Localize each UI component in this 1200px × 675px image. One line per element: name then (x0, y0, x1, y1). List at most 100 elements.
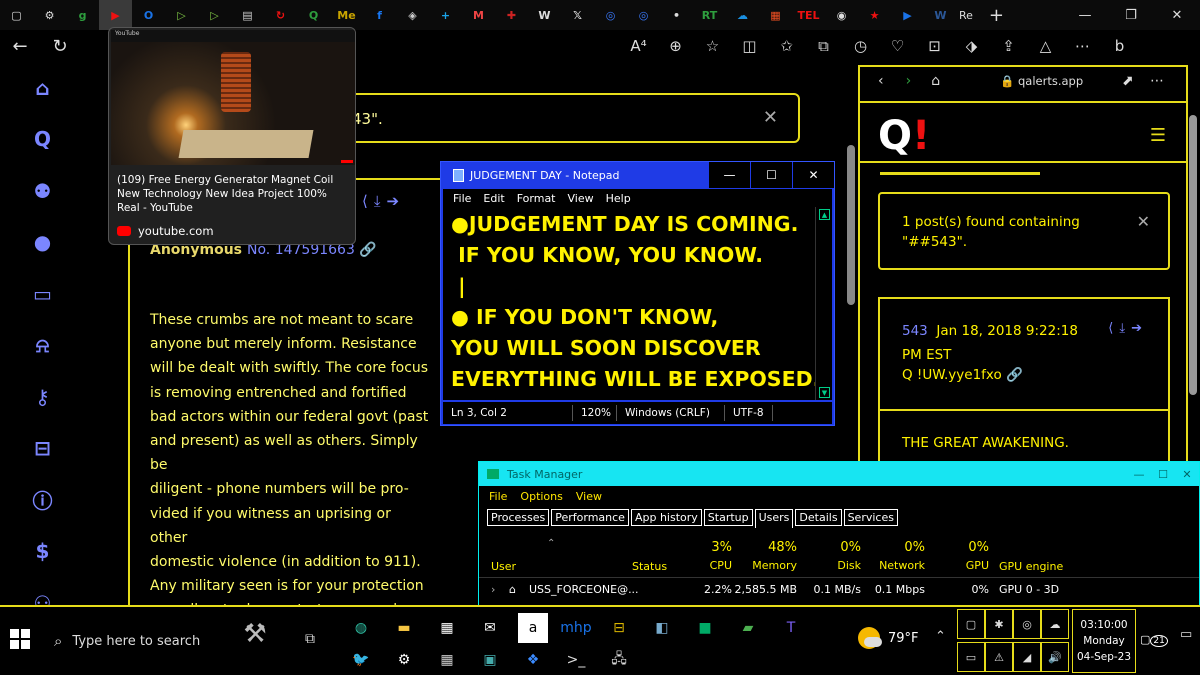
start-button[interactable] (10, 629, 30, 649)
mountain-icon[interactable]: △ (1027, 37, 1064, 55)
tab-app-history[interactable]: App history (630, 509, 702, 526)
menu-help[interactable]: Help (606, 192, 631, 205)
table-row[interactable]: › ⌂ USS_FORCEONE@... 2.2% 2,585.5 MB 0.1… (479, 579, 1199, 599)
scroll-up-icon[interactable]: ▲ (819, 209, 830, 220)
tab-startup[interactable]: Startup (703, 509, 753, 526)
screenshot-icon[interactable]: ⊡ (916, 37, 953, 55)
browser-tab[interactable]: W (528, 0, 561, 30)
browser-tab[interactable]: ◈ (396, 0, 429, 30)
active-tab-label[interactable]: Re (959, 9, 973, 22)
tm-menu-options[interactable]: Options (520, 490, 562, 503)
col-network[interactable]: 0% Network (871, 540, 925, 572)
browser-tab[interactable]: ▶ (99, 0, 132, 30)
teams-icon[interactable]: T (776, 613, 806, 643)
scroll-down-icon[interactable]: ▼ (819, 387, 830, 398)
browser-tab[interactable]: ⚙ (33, 0, 66, 30)
browser-tab[interactable]: RT (693, 0, 726, 30)
open-external-icon[interactable]: ⬈ (1122, 73, 1134, 89)
qalerts-url[interactable]: 🔒 qalerts.app (1000, 74, 1083, 88)
notepad-app-icon[interactable]: ▰ (733, 613, 763, 643)
post-actions[interactable]: ⟨⤓➔ (362, 192, 405, 210)
tray-icon[interactable]: ⊟ (604, 613, 634, 643)
close-icon[interactable]: ✕ (1137, 212, 1150, 231)
android-icon[interactable]: ⚉ (20, 165, 65, 217)
home-icon[interactable]: ⌂ (931, 73, 940, 89)
wifi-icon[interactable]: ◢ (1013, 642, 1041, 672)
calculator-icon[interactable]: ▦ (432, 613, 462, 643)
donate-icon[interactable]: $ (20, 526, 65, 578)
col-memory[interactable]: 48% Memory (737, 540, 797, 572)
browser-tab[interactable]: M (462, 0, 495, 30)
amazon-icon[interactable]: a (518, 613, 548, 643)
tab-services[interactable]: Services (843, 509, 898, 526)
notepad-minimize-button[interactable]: — (709, 162, 750, 188)
browser-tab[interactable]: g (66, 0, 99, 30)
show-hidden-icons-button[interactable]: ⌃ (935, 629, 946, 644)
monitor-icon[interactable]: ▭ (20, 268, 65, 320)
q-icon[interactable]: Q (20, 114, 65, 166)
notepad-maximize-button[interactable]: ☐ (751, 162, 792, 188)
new-tab-button[interactable]: + (989, 5, 1004, 26)
col-status[interactable]: Status (632, 560, 667, 573)
notepad-text-area[interactable]: ●JUDGEMENT DAY IS COMING. IF YOU KNOW, Y… (443, 207, 815, 400)
zoom-icon[interactable]: ⊕ (657, 37, 694, 55)
browser-tab[interactable]: ☁ (726, 0, 759, 30)
col-disk[interactable]: 0% Disk (819, 540, 861, 572)
volume-icon[interactable]: 🔊 (1041, 642, 1069, 672)
photo-icon[interactable]: ▣ (475, 645, 505, 675)
browser-tab[interactable]: Q (297, 0, 330, 30)
browser-tab[interactable]: O (132, 0, 165, 30)
browser-tab[interactable]: ✚ (495, 0, 528, 30)
notepad-scrollbar[interactable]: ▲ ▼ (815, 207, 832, 400)
extensions-icon[interactable]: ⬗ (953, 37, 990, 55)
post-number[interactable]: 543 (902, 323, 928, 339)
calculator2-icon[interactable]: ▦ (432, 645, 462, 675)
browser-tab[interactable]: 𝕏 (561, 0, 594, 30)
close-button[interactable]: ✕ (1154, 0, 1200, 30)
twitter-icon[interactable]: 🐦 (346, 645, 376, 675)
clock[interactable]: 03:10:00 Monday 04-Sep-23 (1072, 609, 1136, 673)
settings-icon[interactable]: ⚙ (389, 645, 419, 675)
browser-tab[interactable]: ↻ (264, 0, 297, 30)
menu-edit[interactable]: Edit (483, 192, 504, 205)
tm-close-button[interactable]: ✕ (1175, 462, 1199, 486)
video-thumbnail[interactable]: YouTube (111, 30, 355, 165)
refresh-button[interactable]: ↻ (40, 36, 80, 57)
mail-icon[interactable]: ✉ (475, 613, 505, 643)
share-icon[interactable]: ⇪ (990, 37, 1027, 55)
col-user[interactable]: User (491, 560, 516, 573)
browser-tab[interactable]: ★ (858, 0, 891, 30)
tray-window-icon[interactable]: ▢ (957, 609, 985, 639)
tab-processes[interactable]: Processes (487, 509, 550, 526)
key-icon[interactable]: ⚷ (20, 371, 65, 423)
tools-icon[interactable]: ⚒ (225, 619, 285, 663)
tm-maximize-button[interactable]: ☐ (1151, 462, 1175, 486)
menu-view[interactable]: View (568, 192, 594, 205)
browser-tab[interactable]: ▦ (759, 0, 792, 30)
more-icon[interactable]: ⋯ (1150, 73, 1164, 89)
menu-format[interactable]: Format (517, 192, 556, 205)
browser-tab[interactable]: ▶ (891, 0, 924, 30)
browser-tab[interactable]: ◎ (594, 0, 627, 30)
minimize-button[interactable]: — (1062, 0, 1108, 30)
browser-tab[interactable]: Me (330, 0, 363, 30)
back-button[interactable]: ← (0, 36, 40, 57)
browser-tab[interactable]: + (429, 0, 462, 30)
expand-icon[interactable]: › (491, 583, 495, 596)
browser-tab[interactable]: ▤ (231, 0, 264, 30)
network-app-icon[interactable]: 🖧 (604, 645, 634, 675)
back-icon[interactable]: ‹ (878, 73, 884, 89)
webcam-icon[interactable]: ◎ (1013, 609, 1041, 639)
read-aloud-icon[interactable]: A⁴ (620, 37, 657, 55)
menu-file[interactable]: File (453, 192, 471, 205)
notepad-close-button[interactable]: ✕ (793, 162, 834, 188)
hamburger-menu-icon[interactable]: ☰ (1150, 125, 1166, 146)
toolbox-icon[interactable]: ⊟ (20, 423, 65, 475)
green-app-icon[interactable]: ■ (690, 613, 720, 643)
browser-tab[interactable]: ▷ (165, 0, 198, 30)
browser-tab[interactable]: • (660, 0, 693, 30)
browser-tab[interactable]: ◎ (627, 0, 660, 30)
info-icon[interactable]: ⓘ (20, 474, 65, 526)
q-logo[interactable]: Q! (878, 113, 930, 159)
boxes-icon[interactable]: ❖ (518, 645, 548, 675)
